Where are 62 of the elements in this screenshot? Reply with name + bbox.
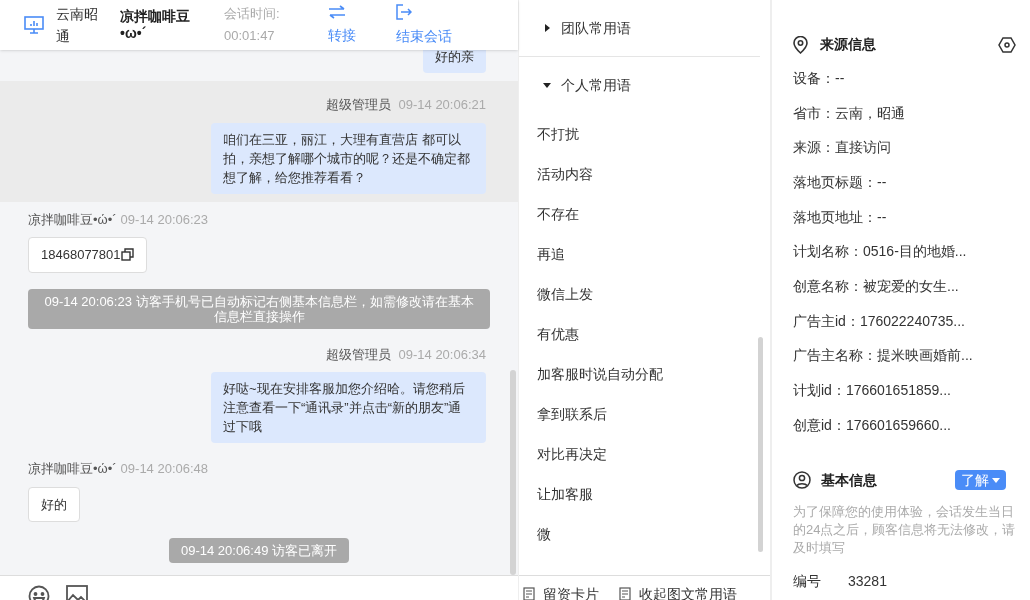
user-circle-icon bbox=[793, 471, 811, 490]
caret-down-icon bbox=[992, 477, 1000, 483]
monitor-icon bbox=[24, 16, 44, 34]
phrase-item[interactable]: 不打扰 bbox=[519, 114, 770, 154]
exit-icon bbox=[395, 3, 412, 20]
notice-text: 为了保障您的使用体验，会话发生当日的24点之后，顾客信息将无法修改，请及时填写 bbox=[793, 502, 1016, 557]
duration-label: 会话时间: bbox=[224, 5, 280, 23]
message-bubble: 咱们在三亚，丽江，大理有直营店 都可以拍，亲想了解哪个城市的呢？还是不确定都想了解，给您推荐看看？ bbox=[211, 122, 486, 194]
message-time: 09-14 20:06:34 bbox=[398, 345, 486, 364]
message-text: 18468077801 bbox=[41, 246, 121, 264]
caret-right-icon bbox=[543, 24, 551, 32]
scrollbar[interactable] bbox=[758, 337, 763, 552]
scrollbar[interactable] bbox=[510, 370, 516, 575]
settings-icon[interactable] bbox=[998, 36, 1016, 53]
sender-name: 凉拌咖啡豆•ώ•´ bbox=[28, 210, 117, 229]
section-title: 来源信息 bbox=[820, 35, 876, 54]
location-pin-icon bbox=[793, 35, 808, 54]
source-info-row-text: 广告主名称：提米映画婚前... bbox=[793, 346, 974, 366]
document-icon bbox=[523, 587, 535, 600]
message-bubble: 好哒~现在安排客服加您介绍哈。请您稍后注意查看一下“通讯录”并点击“新的朋友”通过下哦 bbox=[211, 372, 486, 443]
source-info-row-text: 落地页地址：-- bbox=[793, 207, 888, 227]
phrase-item[interactable]: 对比再决定 bbox=[519, 434, 770, 474]
visitor-name: 凉拌咖啡豆•ω•´ bbox=[120, 8, 191, 42]
source-info-row-text: 创意id：176601659660... bbox=[793, 415, 952, 435]
phrase-item[interactable]: 拿到联系后 bbox=[519, 394, 770, 434]
source-info-row-text: 计划id：176601651859... bbox=[793, 381, 952, 401]
image-icon[interactable] bbox=[66, 585, 88, 600]
phrase-item[interactable]: 活动内容 bbox=[519, 154, 770, 194]
visitor-location: 云南昭通 bbox=[56, 5, 98, 46]
phrase-item[interactable]: 再追 bbox=[519, 234, 770, 274]
field-value: 33281 bbox=[848, 571, 887, 591]
source-info-row-text: 计划名称：0516-目的地婚... bbox=[793, 242, 968, 262]
phrase-item[interactable]: 不存在 bbox=[519, 194, 770, 234]
phrase-item[interactable]: 微信上发 bbox=[519, 274, 770, 314]
system-notice: 09-14 20:06:23 访客手机号已自动标记右侧基本信息栏，如需修改请在基本信息栏直接操作 bbox=[28, 288, 490, 329]
document-icon bbox=[619, 587, 631, 600]
message-time: 09-14 20:06:48 bbox=[120, 460, 209, 478]
source-info-row-text: 创意名称：被宠爱的女生... bbox=[793, 276, 960, 296]
source-info-row-text: 广告主id：176022240735... bbox=[793, 311, 966, 331]
phrase-item[interactable]: 有优惠 bbox=[519, 314, 770, 354]
message-time: 09-14 20:06:21 bbox=[398, 96, 486, 114]
source-info-row-text: 来源：直接访问 bbox=[793, 138, 892, 158]
swap-arrows-icon bbox=[327, 4, 346, 19]
message-time: 09-14 20:06:23 bbox=[120, 210, 209, 229]
phrase-item[interactable]: 微 bbox=[519, 514, 770, 554]
field-label: 编号 bbox=[793, 571, 822, 591]
phrase-item[interactable]: 让加客服 bbox=[519, 474, 770, 514]
caret-down-icon bbox=[543, 81, 551, 89]
sender-name: 超级管理员 bbox=[325, 345, 391, 364]
section-title: 基本信息 bbox=[821, 470, 877, 490]
phrase-group-header[interactable]: 团队常用语 bbox=[519, 0, 655, 56]
message-text: 好的 bbox=[41, 495, 67, 514]
system-notice: 09-14 20:06:49 访客已离开 bbox=[168, 538, 350, 563]
phrase-item[interactable]: 加客服时说自动分配 bbox=[519, 354, 770, 394]
copy-icon[interactable] bbox=[120, 248, 134, 262]
phrase-group-header[interactable]: 个人常用语 bbox=[519, 57, 655, 113]
source-info-row-text: 落地页标题：-- bbox=[793, 172, 888, 192]
session-duration: 00:01:47 bbox=[224, 27, 276, 45]
sender-name: 凉拌咖啡豆•ώ•´ bbox=[28, 460, 117, 478]
sender-name: 超级管理员 bbox=[325, 96, 391, 114]
source-info-row-text: 设备：-- bbox=[793, 68, 846, 88]
source-info-row-text: 省市：云南，昭通 bbox=[793, 103, 906, 123]
